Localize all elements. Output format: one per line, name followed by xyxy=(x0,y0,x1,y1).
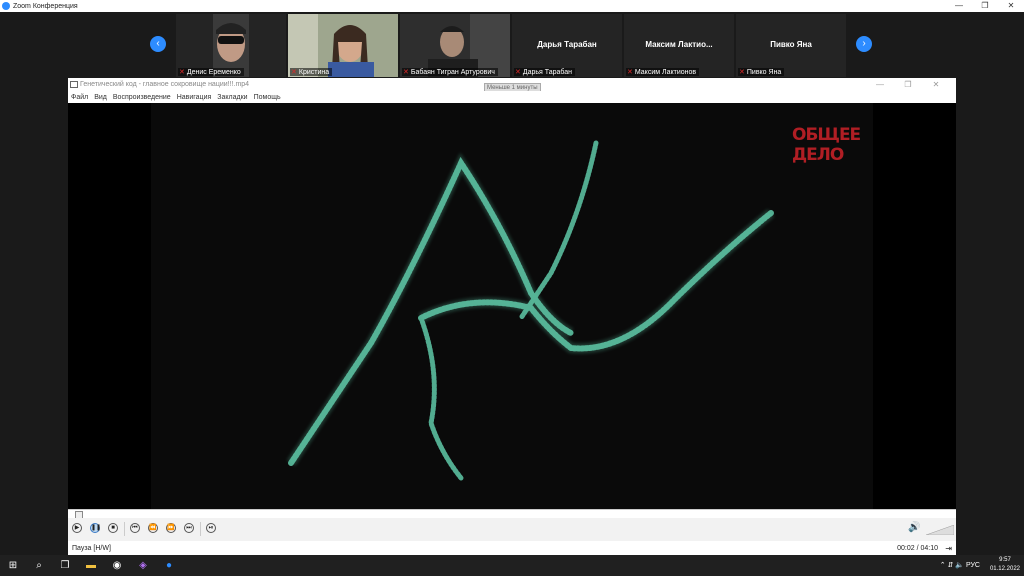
menu-help[interactable]: Помощь xyxy=(254,94,281,101)
divider xyxy=(124,522,125,536)
menu-navigation[interactable]: Навигация xyxy=(177,94,212,101)
task-view-icon[interactable]: ❐ xyxy=(58,559,72,573)
participant-tile[interactable]: ✕ Бабаян Тигран Артурович xyxy=(400,14,510,77)
frame-step-button[interactable]: ⏯ xyxy=(206,523,216,533)
participant-name: ✕ Дарья Тарабан xyxy=(514,68,576,76)
windows-start-icon[interactable]: ⊞ xyxy=(6,559,20,573)
mic-muted-icon: ✕ xyxy=(515,69,521,76)
zoom-taskbar-icon[interactable]: ● xyxy=(162,559,176,573)
clock[interactable]: 9:57 01.12.2022 xyxy=(990,556,1020,574)
divider xyxy=(200,522,201,536)
menu-bookmarks[interactable]: Закладки xyxy=(217,94,247,101)
participant-name: ✕ Кристина xyxy=(290,68,333,76)
speaker-icon[interactable]: 🔊 xyxy=(908,522,920,533)
zoom-titlebar: Zoom Конференция — ❐ ✕ xyxy=(0,0,1024,12)
zoom-logo-icon xyxy=(2,2,10,10)
menu-view[interactable]: Вид xyxy=(94,94,107,101)
chevron-left-icon: ‹ xyxy=(156,38,160,49)
participant-display-name: Максим Лактио... xyxy=(645,40,713,49)
participant-name: ✕ Максим Лактионов xyxy=(626,68,700,76)
fullscreen-icon[interactable]: ⇥ xyxy=(945,544,952,553)
gallery-next-button[interactable]: › xyxy=(856,36,872,52)
participant-display-name: Пивко Яна xyxy=(770,40,812,49)
participant-name: ✕ Пивко Яна xyxy=(738,68,785,76)
taskbar: ⊞ ⌕ ❐ ▬ ◉ ◈ ● ⌃ ⇵ 🔈 РУС 9:57 01.12.2022 xyxy=(0,555,1024,576)
minimize-button[interactable]: — xyxy=(946,0,972,12)
stop-button[interactable]: ■ xyxy=(108,523,118,533)
menu-playback[interactable]: Воспроизведение xyxy=(113,94,171,101)
player-close-button[interactable]: ✕ xyxy=(922,78,950,91)
participant-tile[interactable]: Максим Лактио... ✕ Максим Лактионов xyxy=(624,14,734,77)
participant-name: ✕ Бабаян Тигран Артурович xyxy=(402,68,498,76)
player-statusbar: Пауза [H/W] 00:02 / 04:10 ⇥ xyxy=(68,541,956,555)
pause-button[interactable]: ❚❚ xyxy=(90,523,101,533)
gallery-prev-button[interactable]: ‹ xyxy=(150,36,166,52)
mic-muted-icon: ✕ xyxy=(291,69,297,76)
chrome-icon[interactable]: ◉ xyxy=(110,559,124,573)
app-icon[interactable]: ◈ xyxy=(136,559,150,573)
film-icon xyxy=(70,81,78,88)
mic-muted-icon: ✕ xyxy=(403,69,409,76)
video-frame xyxy=(151,103,873,509)
participant-tile[interactable]: ✕ Денис Еременко xyxy=(176,14,286,77)
mic-muted-icon: ✕ xyxy=(739,69,745,76)
volume-slider[interactable] xyxy=(926,525,954,535)
file-explorer-icon[interactable]: ▬ xyxy=(84,559,98,573)
video-area[interactable]: ОБЩЕЕ ДЕЛО xyxy=(68,103,956,509)
playback-time: 00:02 / 04:10 xyxy=(897,544,938,552)
system-tray-icons[interactable]: ⌃ ⇵ 🔈 РУС xyxy=(940,561,980,569)
search-icon[interactable]: ⌕ xyxy=(32,559,46,573)
restore-button[interactable]: ❐ xyxy=(972,0,998,12)
participant-tile[interactable]: Дарья Тарабан ✕ Дарья Тарабан xyxy=(512,14,622,77)
player-titlebar: Генетический код - главное сокровище нац… xyxy=(68,78,956,93)
media-player-window: Генетический код - главное сокровище нац… xyxy=(68,78,956,555)
close-button[interactable]: ✕ xyxy=(998,0,1024,12)
menu-file[interactable]: Файл xyxy=(71,94,88,101)
dna-strand-image xyxy=(286,140,775,481)
zoom-window-title: Zoom Конференция xyxy=(13,2,78,10)
mic-muted-icon: ✕ xyxy=(627,69,633,76)
player-menubar: Файл Вид Воспроизведение Навигация Закла… xyxy=(68,91,956,103)
participant-display-name: Дарья Тарабан xyxy=(537,40,597,49)
player-maximize-button[interactable]: ❐ xyxy=(894,78,922,91)
player-minimize-button[interactable]: — xyxy=(866,78,894,91)
play-button[interactable]: ▶ xyxy=(72,523,82,533)
participant-tile[interactable]: Пивко Яна ✕ Пивко Яна xyxy=(736,14,846,77)
mic-muted-icon: ✕ xyxy=(179,69,185,76)
forward-button[interactable]: ⏩ xyxy=(166,523,176,533)
next-button[interactable]: ⏭ xyxy=(184,523,194,533)
chevron-right-icon: › xyxy=(862,38,866,49)
previous-button[interactable]: ⏮ xyxy=(130,523,140,533)
player-file-title: Генетический код - главное сокровище нац… xyxy=(80,81,250,88)
rewind-button[interactable]: ⏪ xyxy=(148,523,158,533)
participant-name: ✕ Денис Еременко xyxy=(178,68,244,76)
participant-tile[interactable]: ✕ Кристина xyxy=(288,14,398,77)
playback-status: Пауза [H/W] xyxy=(72,544,111,552)
playback-controls: ▶ ❚❚ ■ ⏮ ⏪ ⏩ ⏭ ⏯ 🔊 xyxy=(68,518,956,541)
channel-logo: ОБЩЕЕ ДЕЛО xyxy=(792,125,861,165)
participant-gallery: ‹ ✕ Денис Еременко ✕ Кристина ✕ Бабаян Тигр… xyxy=(0,12,1024,78)
